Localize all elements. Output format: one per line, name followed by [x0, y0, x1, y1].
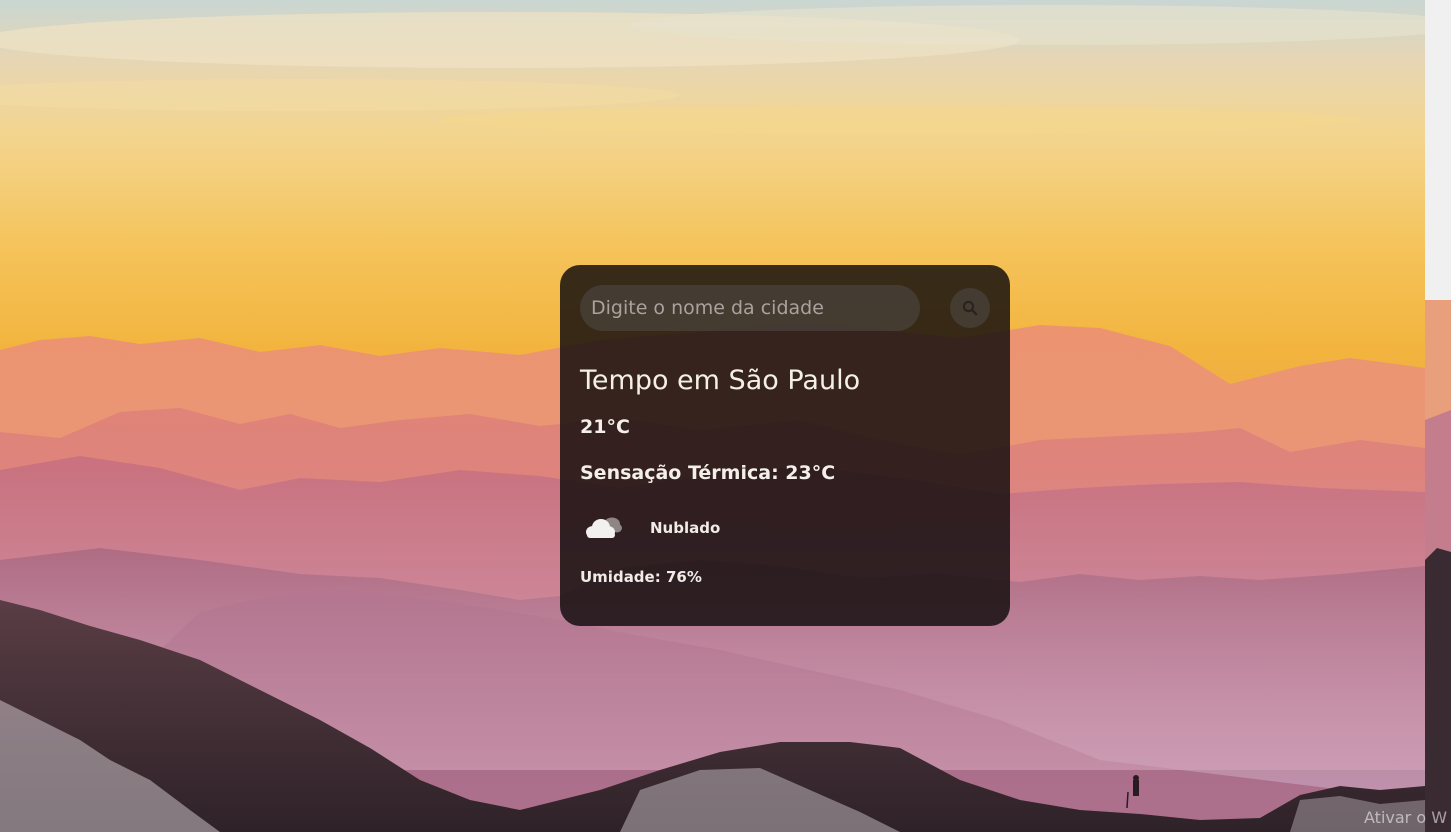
weather-card: Tempo em São Paulo 21°C Sensação Térmica…: [560, 265, 1010, 626]
search-icon: [962, 300, 978, 316]
humidity-value: Umidade: 76%: [580, 568, 702, 586]
weather-condition: Nublado: [580, 511, 990, 545]
cloud-icon: [584, 513, 628, 543]
city-weather-title: Tempo em São Paulo: [580, 365, 861, 396]
app-viewport: Tempo em São Paulo 21°C Sensação Térmica…: [0, 0, 1451, 832]
condition-label: Nublado: [650, 519, 721, 537]
search-bar: [580, 285, 990, 331]
temperature-value: 21°C: [580, 416, 630, 438]
feels-like-value: Sensação Térmica: 23°C: [580, 462, 836, 484]
city-search-input[interactable]: [580, 285, 920, 331]
windows-activation-watermark: Ativar o W: [1364, 808, 1448, 827]
background-edge-strip: [1425, 0, 1451, 832]
search-button[interactable]: [950, 288, 990, 328]
